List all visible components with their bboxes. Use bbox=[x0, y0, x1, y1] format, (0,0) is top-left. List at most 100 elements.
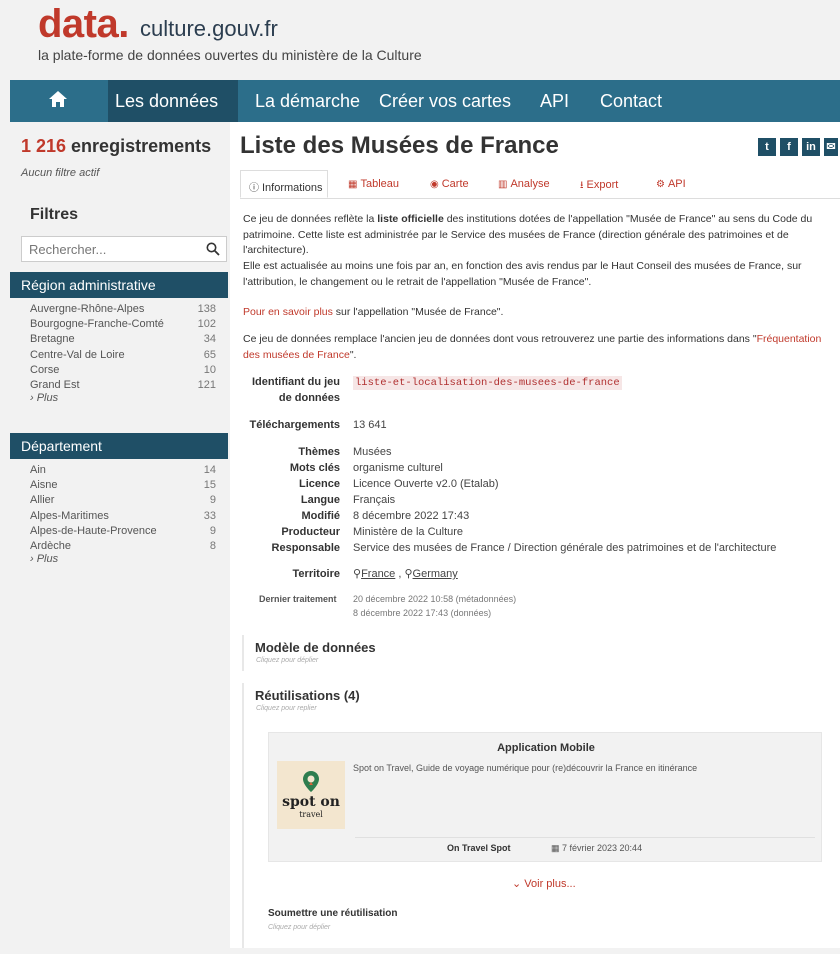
submit-reuse-title[interactable]: Soumettre une réutilisation bbox=[268, 908, 397, 919]
facet-item[interactable]: Aisne 15 bbox=[10, 478, 228, 493]
meta-label-territory: Territoire bbox=[292, 568, 340, 580]
facet-item-count: 10 bbox=[203, 363, 216, 376]
nav-item-donnees[interactable]: Les données bbox=[115, 91, 218, 112]
section-title-reuses[interactable]: Réutilisations (4) bbox=[255, 688, 360, 703]
meta-value-downloads: 13 641 bbox=[353, 419, 387, 431]
page-title: Liste des Musées de France bbox=[240, 132, 559, 159]
meta-label-id: Identifiant du jeu de données bbox=[230, 374, 340, 406]
map-marker-icon: ⚲ bbox=[404, 568, 413, 580]
facet-item-label: Centre-Val de Loire bbox=[30, 348, 125, 361]
facet-item-count: 9 bbox=[209, 524, 216, 537]
facet-header-region[interactable]: Région administrative bbox=[10, 272, 228, 298]
territory-france[interactable]: France bbox=[361, 568, 395, 580]
tab-api[interactable]: ⚙ API bbox=[656, 170, 686, 198]
meta-value: Service des musées de France / Direction… bbox=[353, 542, 777, 554]
tab-tableau[interactable]: ▦ Tableau bbox=[348, 170, 399, 198]
filters-title: Filtres bbox=[30, 206, 79, 223]
facet-item-label: Auvergne-Rhône-Alpes bbox=[30, 303, 145, 315]
reuse-logo-text: spot on bbox=[282, 794, 340, 810]
globe-icon: ◉ bbox=[430, 179, 439, 190]
records-count-label: enregistrements bbox=[66, 136, 212, 156]
desc-bold: liste officielle bbox=[377, 213, 444, 225]
reuse-date: ▦ 7 février 2023 20:44 bbox=[551, 843, 642, 854]
tab-informations-label: Informations bbox=[262, 182, 323, 194]
nav-item-contact[interactable]: Contact bbox=[600, 91, 662, 112]
meta-label-id-line2: de données bbox=[278, 392, 340, 404]
section-divider bbox=[242, 635, 244, 671]
last-processing-data: 8 décembre 2022 17:43 (données) bbox=[353, 608, 492, 618]
tab-export[interactable]: ⭳ Export bbox=[580, 170, 618, 198]
facet-item[interactable]: Ain 14 bbox=[10, 463, 228, 478]
nav-item-demarche[interactable]: La démarche bbox=[255, 91, 360, 112]
email-icon[interactable]: ✉ bbox=[824, 138, 838, 156]
reuse-logo-subtext: travel bbox=[299, 810, 323, 819]
home-icon[interactable] bbox=[48, 90, 68, 108]
twitter-icon[interactable]: t bbox=[758, 138, 776, 156]
facet-item-count: 138 bbox=[197, 303, 216, 315]
main-nav: Les données La démarche Créer vos cartes… bbox=[10, 80, 840, 122]
facet-list-region: Auvergne-Rhône-Alpes 138 Bourgogne-Franch… bbox=[10, 302, 228, 393]
no-filter-text: Aucun filtre actif bbox=[21, 167, 100, 179]
facet-item-count: 8 bbox=[209, 539, 216, 552]
facet-item[interactable]: Bourgogne-Franche-Comté 102 bbox=[10, 317, 228, 332]
license-link[interactable]: Licence Ouverte v2.0 (Etalab) bbox=[353, 476, 499, 492]
tab-tableau-label: Tableau bbox=[360, 178, 399, 190]
description-paragraph-2: Elle est actualisée au moins une fois pa… bbox=[243, 260, 802, 288]
facet-list-departement: Ain 14 Aisne 15 Allier 9 Alpes-Maritimes 33 … bbox=[10, 463, 228, 554]
facet-item-label: Alpes-de-Haute-Provence bbox=[30, 524, 157, 537]
card-divider bbox=[355, 837, 815, 838]
linkedin-icon[interactable]: in bbox=[802, 138, 820, 156]
map-marker-icon: ⚲ bbox=[353, 568, 362, 580]
description-paragraph-1: Ce jeu de données reflète la liste offic… bbox=[243, 212, 835, 259]
meta-value-territory: ⚲France , ⚲Germany bbox=[353, 568, 458, 580]
tab-analyse[interactable]: ▥ Analyse bbox=[498, 170, 550, 198]
facet-item[interactable]: Alpes-Maritimes 33 bbox=[10, 509, 228, 524]
search-icon[interactable] bbox=[206, 242, 220, 256]
info-icon: ⓘ bbox=[249, 183, 259, 194]
facet-item[interactable]: Grand Est 121 bbox=[10, 378, 228, 393]
facet-item[interactable]: Ardèche 8 bbox=[10, 539, 228, 554]
facet-item[interactable]: Alpes-de-Haute-Provence 9 bbox=[10, 524, 228, 539]
learn-more-link[interactable]: Pour en savoir plus bbox=[243, 306, 333, 318]
tab-carte-label: Carte bbox=[441, 178, 469, 190]
facet-item[interactable]: Centre-Val de Loire 65 bbox=[10, 348, 228, 363]
brand-logo-main: data. bbox=[38, 2, 129, 46]
tab-carte[interactable]: ◉ Carte bbox=[430, 170, 469, 198]
desc-text: Ce jeu de données reflète la bbox=[243, 213, 378, 225]
facet-item[interactable]: Corse 10 bbox=[10, 363, 228, 378]
tab-informations[interactable]: ⓘ Informations bbox=[240, 170, 328, 198]
facet-more-departement[interactable]: › Plus bbox=[30, 553, 58, 565]
reuse-author[interactable]: On Travel Spot bbox=[447, 843, 511, 853]
facet-item[interactable]: Auvergne-Rhône-Alpes 138 bbox=[10, 302, 228, 317]
nav-item-cartes[interactable]: Créer vos cartes bbox=[379, 91, 511, 112]
chart-icon: ▥ bbox=[498, 179, 508, 190]
desc-text: sur l'appellation "Musée de France". bbox=[332, 306, 504, 318]
facet-item-label: Alpes-Maritimes bbox=[30, 509, 109, 522]
meta-label-id-line1: Identifiant du jeu bbox=[252, 376, 340, 388]
reuse-logo[interactable]: spot on travel bbox=[277, 761, 345, 829]
facet-item-count: 102 bbox=[197, 318, 216, 331]
facet-item-count: 65 bbox=[203, 348, 216, 361]
brand-logo-domain: culture.gouv.fr bbox=[140, 16, 278, 41]
dataset-tabs: ⓘ Informations ▦ Tableau ◉ Carte ▥ Analyse ⭳… bbox=[240, 170, 840, 199]
facet-item-label: Bourgogne-Franche-Comté bbox=[30, 318, 164, 331]
facet-item-count: 33 bbox=[203, 509, 216, 522]
meta-value: organisme culturel bbox=[353, 462, 443, 474]
facebook-icon[interactable]: f bbox=[780, 138, 798, 156]
facet-item[interactable]: Allier 9 bbox=[10, 493, 228, 508]
reuse-card[interactable]: Application Mobile spot on travel Spot o… bbox=[268, 732, 822, 862]
section-hint-reuses: Cliquez pour replier bbox=[256, 705, 317, 712]
nav-item-api[interactable]: API bbox=[540, 91, 569, 112]
facet-item[interactable]: Bretagne 34 bbox=[10, 332, 228, 347]
gears-icon: ⚙ bbox=[656, 179, 665, 190]
meta-label-last-processing: Dernier traitement bbox=[259, 594, 337, 604]
territory-germany[interactable]: Germany bbox=[413, 568, 458, 580]
desc-text: Ce jeu de données remplace l'ancien jeu … bbox=[243, 333, 757, 345]
section-title-model[interactable]: Modèle de données bbox=[255, 640, 376, 655]
calendar-icon: ▦ bbox=[551, 843, 563, 853]
search-input[interactable]: Rechercher... bbox=[21, 236, 227, 262]
facet-header-departement[interactable]: Département bbox=[10, 433, 228, 459]
voir-plus-link[interactable]: ⌄ Voir plus... bbox=[512, 877, 576, 890]
facet-more-region[interactable]: › Plus bbox=[30, 392, 58, 404]
meta-label: Responsable bbox=[271, 542, 340, 554]
